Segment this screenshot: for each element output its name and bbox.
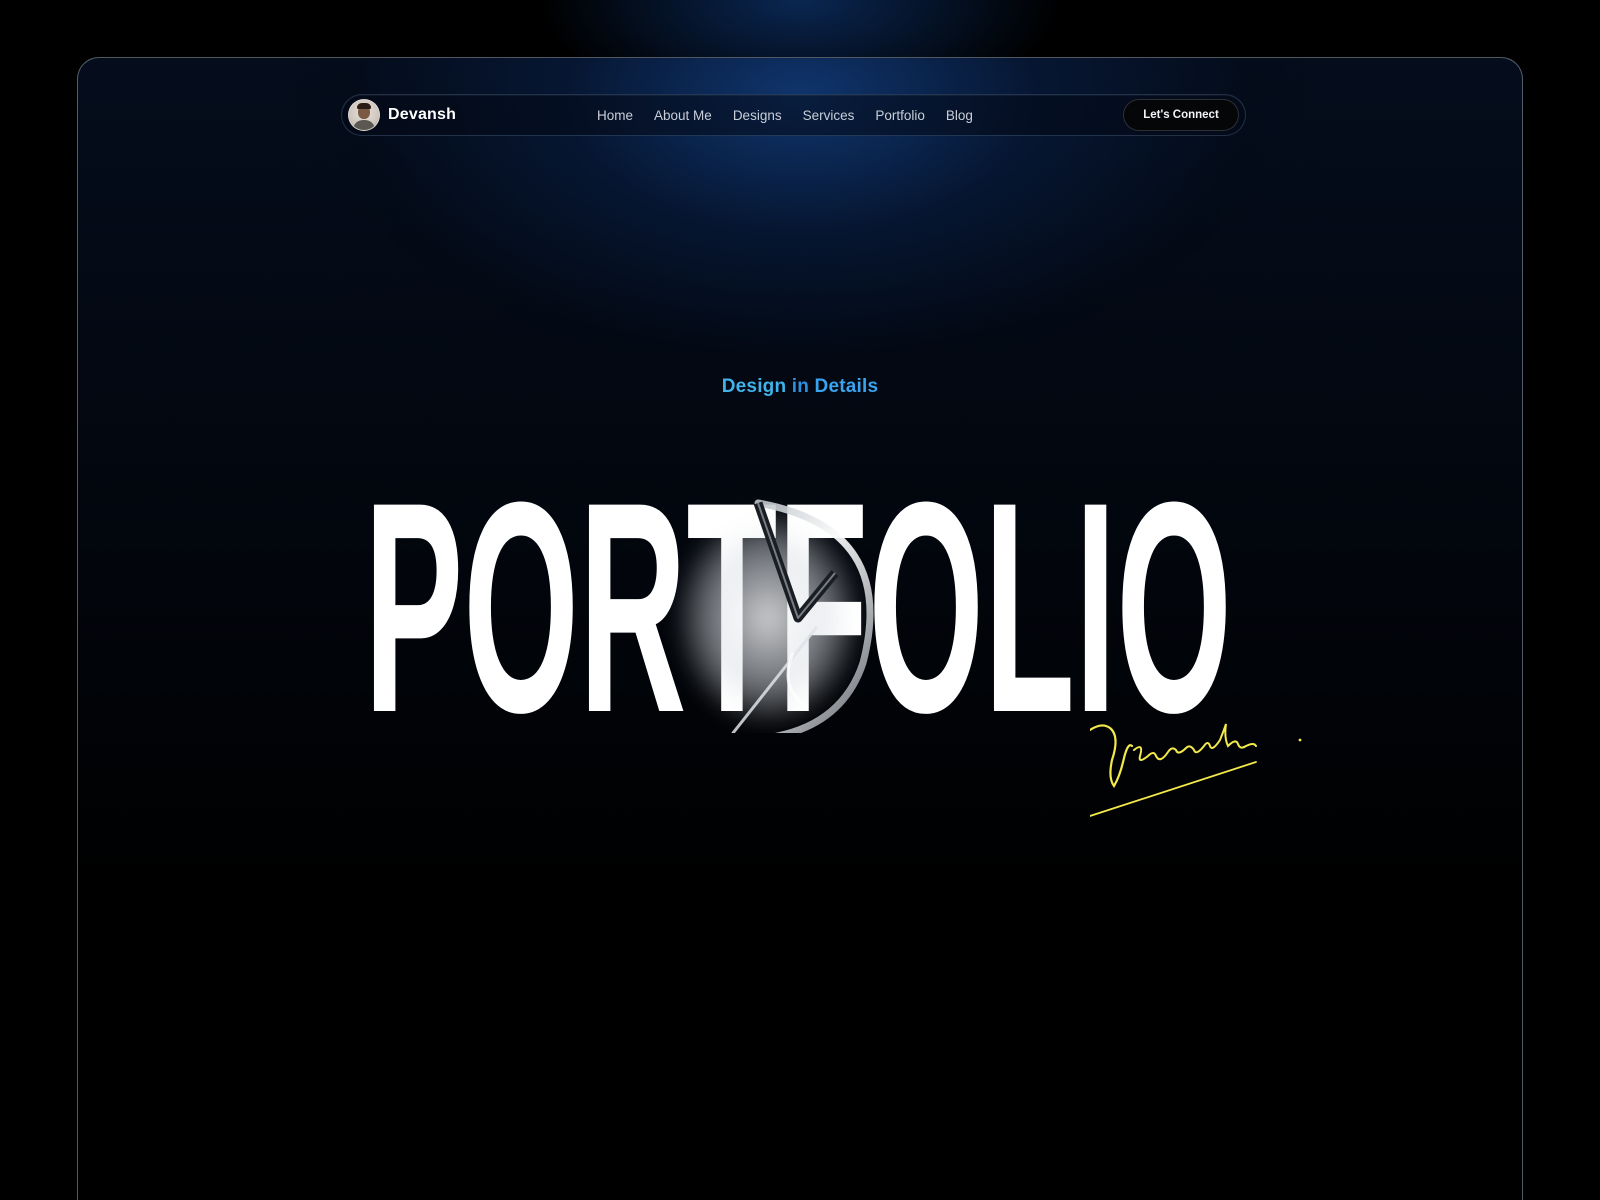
bottom-fade [78, 878, 1522, 1200]
brand[interactable]: Devansh [348, 99, 456, 131]
browser-frame: Devansh Home About Me Designs Services P… [77, 57, 1523, 1200]
avatar [348, 99, 380, 131]
navbar: Devansh Home About Me Designs Services P… [341, 94, 1246, 136]
nav-link-home[interactable]: Home [597, 108, 633, 123]
lets-connect-button[interactable]: Let's Connect [1123, 99, 1239, 131]
nav-link-blog[interactable]: Blog [946, 108, 973, 123]
hero-title: PORTFOLIO [364, 439, 1232, 733]
nav-link-designs[interactable]: Designs [733, 108, 782, 123]
nav-link-portfolio[interactable]: Portfolio [875, 108, 925, 123]
nav-link-services[interactable]: Services [803, 108, 855, 123]
eyebrow-word-design: Design [721, 376, 787, 397]
hero-eyebrow: Design in Details [78, 376, 1522, 398]
nav-link-about-me[interactable]: About Me [654, 108, 712, 123]
brand-name: Devansh [388, 106, 457, 123]
eyebrow-word-in: in [786, 376, 815, 397]
signature [1090, 723, 1302, 817]
eyebrow-word-details: Details [814, 376, 879, 397]
nav-links: Home About Me Designs Services Portfolio… [597, 95, 973, 135]
